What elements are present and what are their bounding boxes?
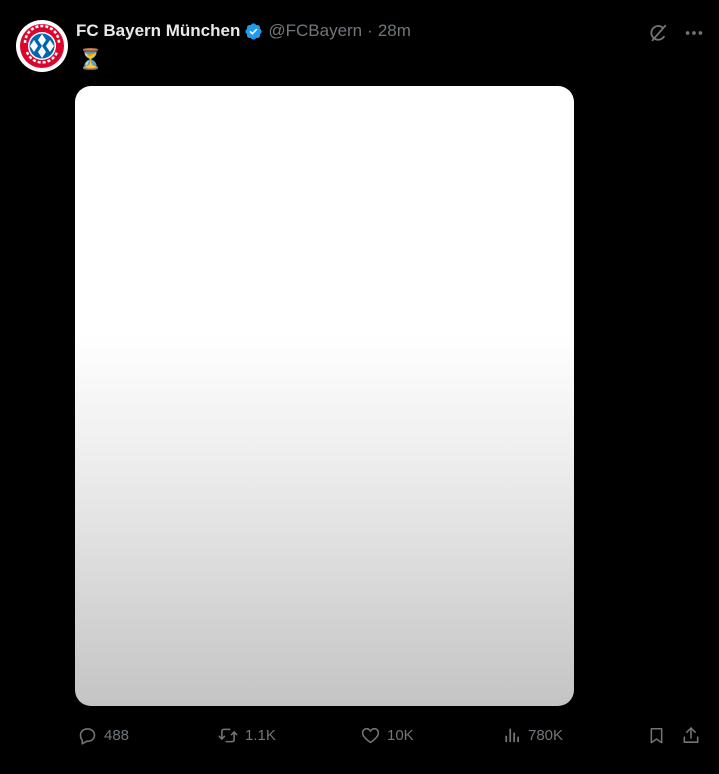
- views-icon: [505, 728, 519, 743]
- timestamp[interactable]: 28m: [378, 21, 411, 41]
- fc-bayern-crest-icon: [17, 21, 67, 71]
- repost-icon: [218, 728, 238, 742]
- repost-count: 1.1K: [245, 726, 276, 744]
- bookmark-button[interactable]: [647, 718, 666, 752]
- tweet: FC Bayern München @FCBayern · 28m ⏳ 488 …: [0, 0, 719, 774]
- share-icon: [683, 726, 699, 743]
- handle[interactable]: @FCBayern: [268, 21, 362, 41]
- tweet-text: ⏳: [78, 49, 103, 71]
- tweet-media[interactable]: [75, 86, 574, 706]
- views-button[interactable]: 780K: [503, 718, 563, 752]
- tweet-header: FC Bayern München @FCBayern · 28m: [76, 21, 411, 41]
- reply-icon: [79, 727, 96, 745]
- like-button[interactable]: 10K: [360, 718, 414, 752]
- repost-button[interactable]: 1.1K: [217, 718, 276, 752]
- engagement-bar: 488 1.1K 10K 780K: [75, 718, 706, 752]
- header-actions: [647, 22, 705, 44]
- more-icon[interactable]: [683, 22, 705, 44]
- heart-icon: [361, 727, 380, 743]
- share-button[interactable]: [681, 718, 701, 752]
- bookmark-icon: [650, 727, 663, 743]
- view-count: 780K: [528, 726, 564, 744]
- like-count: 10K: [387, 726, 414, 744]
- separator-dot: ·: [367, 21, 373, 40]
- display-name[interactable]: FC Bayern München: [76, 21, 240, 41]
- reply-button[interactable]: 488: [77, 718, 129, 752]
- reply-count: 488: [104, 726, 130, 744]
- verified-badge-icon[interactable]: [244, 22, 263, 41]
- avatar[interactable]: [16, 20, 68, 72]
- media-placeholder: [75, 86, 574, 706]
- grok-icon[interactable]: [647, 22, 669, 44]
